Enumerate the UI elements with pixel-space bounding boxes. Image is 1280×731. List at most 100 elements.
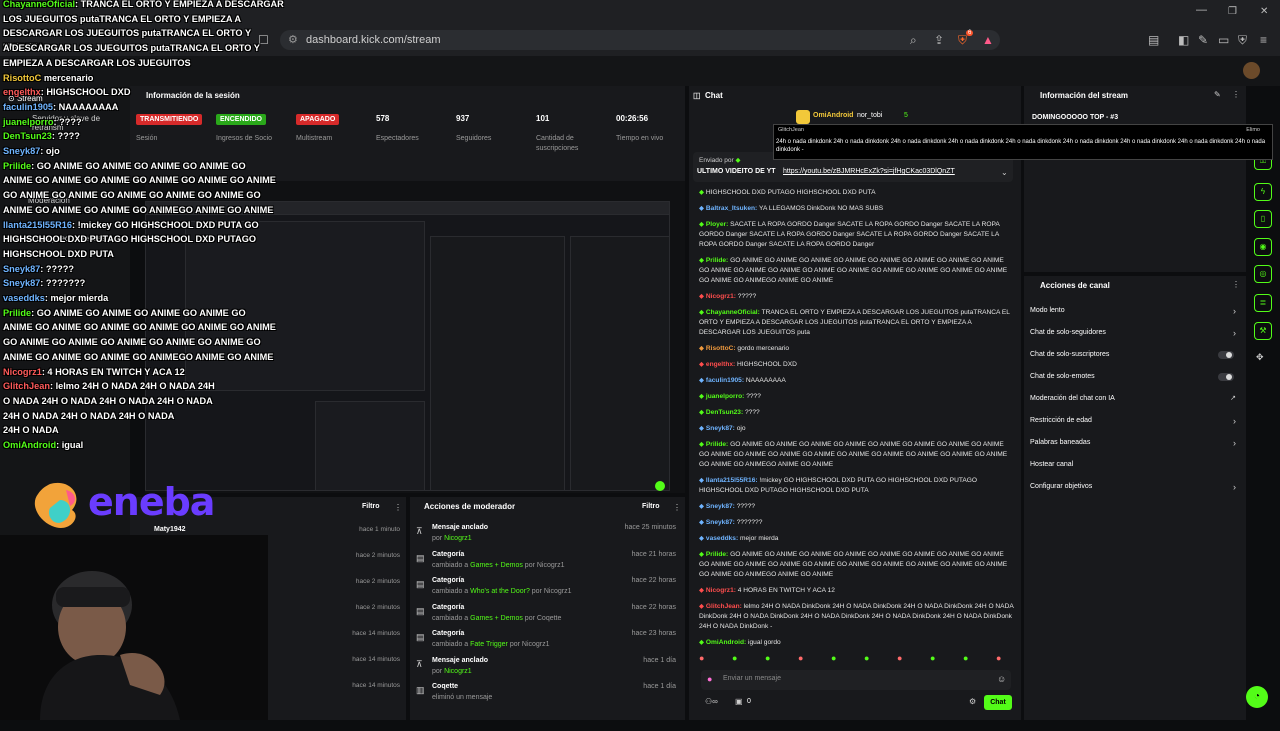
chat-username[interactable]: engelthx:	[706, 361, 737, 368]
sidebar-icon[interactable]: ◧	[1178, 32, 1189, 48]
people-icon[interactable]: ⚇∞	[705, 697, 718, 706]
toggle-switch[interactable]	[1218, 373, 1234, 381]
gift-icon[interactable]: ▣	[735, 697, 743, 706]
channel-action-row[interactable]: Palabras baneadas ›	[1030, 434, 1240, 452]
chat-text: ojo	[736, 425, 746, 432]
nav-drops[interactable]: Drops y recompensas	[28, 234, 106, 243]
chat-username[interactable]: GlitchJean:	[706, 603, 744, 610]
bookmark-icon[interactable]: ☐	[258, 32, 269, 48]
share-icon[interactable]: ⇪	[934, 32, 944, 48]
chevron-down-icon[interactable]: ⌄	[1001, 168, 1008, 177]
emote-icon[interactable]: ●	[864, 653, 869, 663]
emote-icon[interactable]: ●	[699, 653, 704, 663]
chat-settings-icon[interactable]: ⚙	[969, 697, 976, 706]
mod-filter-button[interactable]: Filtro	[642, 503, 660, 510]
channel-action-row[interactable]: Chat de solo-seguidores ›	[1030, 324, 1240, 342]
emote-icon[interactable]: ●	[831, 653, 836, 663]
side-trash-icon[interactable]: ▯	[1254, 210, 1272, 228]
emote-icon[interactable]: ●	[930, 653, 935, 663]
chat-username[interactable]: Baltrax_Itsuken:	[706, 205, 759, 212]
side-wrench-icon[interactable]: ⚒	[1254, 322, 1272, 340]
reader-icon[interactable]: ▤	[1148, 32, 1159, 48]
row-who[interactable]: Fate Trigger	[470, 641, 508, 648]
side-settings-icon[interactable]: ✥	[1256, 352, 1264, 363]
chat-username[interactable]: Prilide:	[706, 441, 730, 448]
badge-icon: ◆	[699, 425, 706, 432]
nav-servidor[interactable]: Servidor y clave de retransm	[32, 114, 130, 132]
emote-icon[interactable]: ●	[732, 653, 737, 663]
stream-preview[interactable]	[145, 181, 685, 493]
chat-username[interactable]: Sneyk87:	[706, 503, 737, 510]
close-icon[interactable]: ✕	[1260, 4, 1268, 20]
chat-username[interactable]: DenTsun23:	[706, 409, 745, 416]
side-list-icon[interactable]: ≣	[1254, 294, 1272, 312]
chat-username[interactable]: ChayanneOficial:	[706, 309, 762, 316]
channel-action-row[interactable]: Moderación del chat con IA ↗	[1030, 390, 1240, 408]
help-fab[interactable]: ◔	[1246, 686, 1268, 708]
chat-username[interactable]: Sneyk87:	[706, 425, 737, 432]
chat-username[interactable]: vaseddks:	[706, 535, 740, 542]
row-who[interactable]: Nicogrz1	[444, 535, 472, 542]
chat-username[interactable]: juanelporro:	[706, 393, 746, 400]
chat-username[interactable]: Prilide:	[706, 257, 730, 264]
nav-stream[interactable]: ⊙ Stream	[8, 94, 43, 103]
chat-username[interactable]: RisottoC:	[706, 345, 738, 352]
emote-icon[interactable]: ●	[798, 653, 803, 663]
row-who[interactable]: Nicogrz1	[444, 668, 472, 675]
chat-username[interactable]: OmiAndroid:	[706, 639, 748, 646]
emote-icon[interactable]: ●	[963, 653, 968, 663]
extensions-icon[interactable]: ✎	[1198, 32, 1208, 48]
emote-icon[interactable]: ●	[897, 653, 902, 663]
zoom-icon[interactable]: ⌕	[910, 32, 917, 48]
send-button[interactable]: Chat	[984, 695, 1012, 710]
emote-icon[interactable]: ●	[996, 653, 1001, 663]
top-user-1[interactable]: OmiAndroid	[813, 112, 853, 119]
chat-username[interactable]: Nicogrz1:	[706, 293, 738, 300]
menu-icon[interactable]: ≡	[1260, 32, 1267, 48]
channel-action-row[interactable]: Restricción de edad ›	[1030, 412, 1240, 430]
mod-more-icon[interactable]: ⋮	[673, 503, 681, 512]
emote-icon[interactable]: ●	[765, 653, 770, 663]
row-who[interactable]: Who's at the Door?	[470, 588, 530, 595]
mic-icon[interactable]: ●	[707, 674, 712, 684]
channel-action-row[interactable]: Chat de solo-suscriptores	[1030, 346, 1240, 364]
minimize-icon[interactable]: —	[1196, 2, 1207, 18]
emoji-icon[interactable]: ☺	[997, 674, 1006, 684]
channel-actions-more-icon[interactable]: ⋮	[1232, 280, 1240, 289]
edit-icon[interactable]: ✎	[1214, 90, 1221, 99]
row-who[interactable]: Games + Demos	[470, 562, 523, 569]
pinned-link[interactable]: https://youtu.be/zBJMRHcExZk?si=jfHgCKac…	[783, 168, 955, 175]
channel-action-row[interactable]: Modo lento ›	[1030, 302, 1240, 320]
address-bar[interactable]: ⚙ dashboard.kick.com/stream	[280, 30, 1000, 50]
chat-username[interactable]: llanta215l55R16:	[706, 477, 760, 484]
side-bolt-icon[interactable]: ϟ	[1254, 183, 1272, 201]
chat-input[interactable]: ● Enviar un mensaje ☺	[701, 670, 1011, 690]
chat-username[interactable]: Prilide:	[706, 551, 730, 558]
side-broadcast-icon[interactable]: ◎	[1254, 265, 1272, 283]
side-chat-icon[interactable]: ◉	[1254, 238, 1272, 256]
nav-moderacion[interactable]: Moderación	[28, 196, 70, 205]
stream-info-more-icon[interactable]: ⋮	[1232, 90, 1240, 99]
channel-action-row[interactable]: Configurar objetivos ›	[1030, 478, 1240, 496]
tooltip-popup: GlitchJean Elimo 24h o nada dinkdonk 24h…	[773, 124, 1273, 160]
recent-filter-button[interactable]: Filtro	[362, 503, 380, 510]
channel-action-row[interactable]: Chat de solo-emotes	[1030, 368, 1240, 386]
site-info-icon[interactable]: ⚙	[288, 30, 298, 50]
back-icon[interactable]: ←	[8, 8, 20, 24]
vpn-icon[interactable]: ⛨	[1238, 32, 1247, 48]
top-user-2[interactable]: nor_tobi	[857, 112, 882, 119]
row-sub: cambiado a Games + Demos por Nicogrz1	[432, 562, 565, 569]
chat-username[interactable]: Sneyk87:	[706, 519, 737, 526]
avatar[interactable]	[1243, 62, 1260, 79]
chat-username[interactable]: faculin1905:	[706, 377, 746, 384]
row-who[interactable]: Games + Demos	[470, 615, 523, 622]
toggle-switch[interactable]	[1218, 351, 1234, 359]
rewards-icon[interactable]: ▲	[982, 32, 994, 48]
channel-action-row[interactable]: Hostear canal	[1030, 456, 1240, 474]
wallet-icon[interactable]: ▭	[1218, 32, 1229, 48]
maximize-icon[interactable]: ❐	[1228, 4, 1237, 20]
chat-username[interactable]: Ployer:	[706, 221, 730, 228]
recent-more-icon[interactable]: ⋮	[394, 503, 402, 512]
chat-username[interactable]: Nicogrz1:	[706, 587, 738, 594]
chat-text: gordo mercenario	[737, 345, 790, 352]
